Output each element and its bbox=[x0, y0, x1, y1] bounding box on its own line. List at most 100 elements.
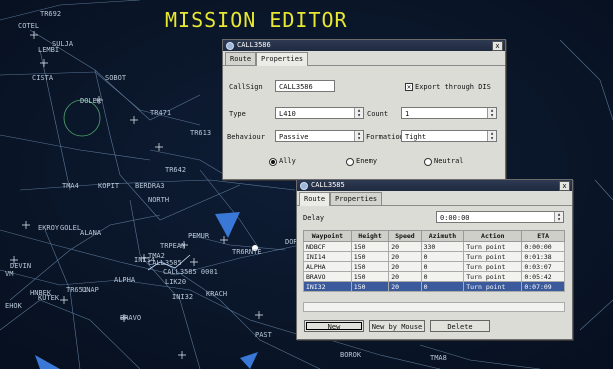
map-label: TR651 bbox=[66, 286, 87, 294]
delete-button[interactable]: Delete bbox=[430, 320, 490, 332]
map-label: LIK20 bbox=[165, 278, 186, 286]
table-cell: BRAVO bbox=[303, 271, 352, 282]
map-label: TR642 bbox=[165, 166, 186, 174]
tab-route[interactable]: Route bbox=[225, 52, 257, 65]
map-label: ALPHA bbox=[114, 276, 136, 284]
route-dialog: CALL3585 x Route Properties Delay 0:00:0… bbox=[296, 179, 573, 340]
stepper-arrows-icon[interactable]: ▴ ▾ bbox=[554, 212, 563, 223]
table-cell: 20 bbox=[388, 241, 422, 252]
neutral-label: Neutral bbox=[434, 157, 464, 165]
map-label: NORTH bbox=[148, 196, 169, 204]
column-header[interactable]: Waypoint bbox=[303, 230, 352, 242]
map-label: HNBEK bbox=[30, 289, 52, 297]
table-cell: 0:01:38 bbox=[521, 251, 565, 262]
table-cell: 330 bbox=[420, 241, 465, 252]
close-button[interactable]: x bbox=[559, 181, 570, 191]
neutral-radio[interactable] bbox=[424, 158, 432, 166]
aircraft-properties-dialog: CALL3586 x Route Properties CallSign CAL… bbox=[222, 39, 506, 180]
table-header-row: Waypoint Height Speed Azimuth Action ETA bbox=[303, 230, 565, 242]
tab-bar: Route Properties bbox=[297, 191, 572, 206]
table-cell: 0 bbox=[420, 251, 465, 262]
table-row[interactable]: INI32 150 20 0 Turn point 0:07:09 bbox=[303, 281, 565, 292]
select-arrows-icon: ▴ ▾ bbox=[487, 131, 496, 142]
enemy-radio[interactable] bbox=[346, 158, 354, 166]
table-cell: 0:03:07 bbox=[521, 261, 565, 272]
formation-select[interactable]: Tight ▴ ▾ bbox=[401, 130, 497, 142]
dialog-titlebar[interactable]: CALL3585 x bbox=[297, 180, 572, 191]
map-label: ALANA bbox=[80, 229, 102, 237]
page-title: MISSION EDITOR bbox=[165, 8, 348, 32]
table-cell: 150 bbox=[350, 251, 390, 262]
table-row[interactable]: ALPHA 150 20 0 Turn point 0:03:07 bbox=[303, 261, 565, 272]
ally-radio[interactable] bbox=[269, 158, 277, 166]
delay-label: Delay bbox=[303, 214, 325, 222]
table-row[interactable]: BRAVO 150 20 0 Turn point 0:05:42 bbox=[303, 271, 565, 282]
table-cell: 0 bbox=[420, 271, 465, 282]
map-label: BOROK bbox=[340, 351, 362, 359]
map-label: TR613 bbox=[190, 129, 211, 137]
type-label: Type bbox=[229, 110, 246, 118]
table-row[interactable]: NDBCF 150 20 330 Turn point 0:00:00 bbox=[303, 241, 565, 252]
callsign-label: CallSign bbox=[229, 83, 263, 91]
column-header[interactable]: Action bbox=[463, 230, 523, 242]
map-label: EKROY bbox=[38, 224, 60, 232]
stepper-arrows-icon[interactable]: ▴ ▾ bbox=[487, 108, 496, 119]
behaviour-label: Behaviour bbox=[227, 133, 265, 141]
type-select[interactable]: L410 ▴ ▾ bbox=[275, 107, 364, 119]
table-cell: 0:00:00 bbox=[521, 241, 565, 252]
formation-label: Formation bbox=[366, 133, 404, 141]
tab-properties[interactable]: Properties bbox=[256, 52, 309, 66]
table-cell: INI14 bbox=[303, 251, 352, 262]
map-label: BERDRA3 bbox=[135, 182, 165, 190]
column-header[interactable]: ETA bbox=[521, 230, 565, 242]
column-header[interactable]: Height bbox=[350, 230, 390, 242]
table-cell: Turn point bbox=[463, 251, 523, 262]
callsign-input[interactable]: CALL3586 bbox=[275, 80, 335, 92]
column-header[interactable]: Speed bbox=[388, 230, 422, 242]
map-label: BRAVO bbox=[120, 314, 141, 322]
formation-value: Tight bbox=[405, 133, 427, 141]
map-label: TMA4 bbox=[62, 182, 79, 190]
table-empty-area[interactable] bbox=[303, 302, 565, 312]
waypoint-table: Waypoint Height Speed Azimuth Action ETA… bbox=[303, 230, 565, 292]
window-icon bbox=[226, 42, 234, 50]
map-label: GOLEL bbox=[60, 224, 81, 232]
delay-value: 0:00:00 bbox=[440, 214, 470, 222]
map-label: CALL3585 bbox=[148, 259, 182, 267]
map-label: DEVIN bbox=[10, 262, 31, 270]
map-label: KRACH bbox=[206, 290, 227, 298]
table-cell: INI32 bbox=[303, 281, 352, 292]
close-button[interactable]: x bbox=[492, 41, 503, 51]
table-cell: 20 bbox=[388, 271, 422, 282]
map-label: CISTA bbox=[32, 74, 54, 82]
count-stepper[interactable]: 1 ▴ ▾ bbox=[401, 107, 497, 119]
map-label: SOBOT bbox=[105, 74, 127, 82]
map-label: SULJA bbox=[52, 40, 74, 48]
table-row[interactable]: INI14 150 20 0 Turn point 0:01:38 bbox=[303, 251, 565, 262]
table-cell: Turn point bbox=[463, 271, 523, 282]
export-dis-checkbox[interactable]: ✕ bbox=[405, 83, 413, 91]
tab-route[interactable]: Route bbox=[299, 192, 331, 206]
map-label: TR471 bbox=[150, 109, 171, 117]
column-header[interactable]: Azimuth bbox=[420, 230, 465, 242]
new-button[interactable]: New bbox=[304, 320, 364, 332]
map-label: TRPEAN bbox=[160, 242, 185, 250]
table-cell: 150 bbox=[350, 241, 390, 252]
table-cell: 150 bbox=[350, 271, 390, 282]
map-label: DOLEK bbox=[80, 97, 102, 105]
table-cell: 20 bbox=[388, 261, 422, 272]
map-label: KOPIT bbox=[98, 182, 120, 190]
dialog-titlebar[interactable]: CALL3586 x bbox=[223, 40, 505, 51]
map-label: PEMUR bbox=[188, 232, 210, 240]
tab-properties[interactable]: Properties bbox=[330, 192, 383, 205]
table-cell: 150 bbox=[350, 261, 390, 272]
new-by-mouse-button[interactable]: New by Mouse bbox=[369, 320, 425, 332]
behaviour-select[interactable]: Passive ▴ ▾ bbox=[275, 130, 364, 142]
count-label: Count bbox=[367, 110, 389, 118]
delay-stepper[interactable]: 0:00:00 ▴ ▾ bbox=[436, 211, 564, 223]
table-cell: 0 bbox=[420, 281, 465, 292]
map-label: INI32 bbox=[172, 293, 193, 301]
map-label: CALL3585 0001 bbox=[163, 268, 218, 276]
ally-label: Ally bbox=[279, 157, 296, 165]
select-arrows-icon: ▴ ▾ bbox=[354, 108, 363, 119]
